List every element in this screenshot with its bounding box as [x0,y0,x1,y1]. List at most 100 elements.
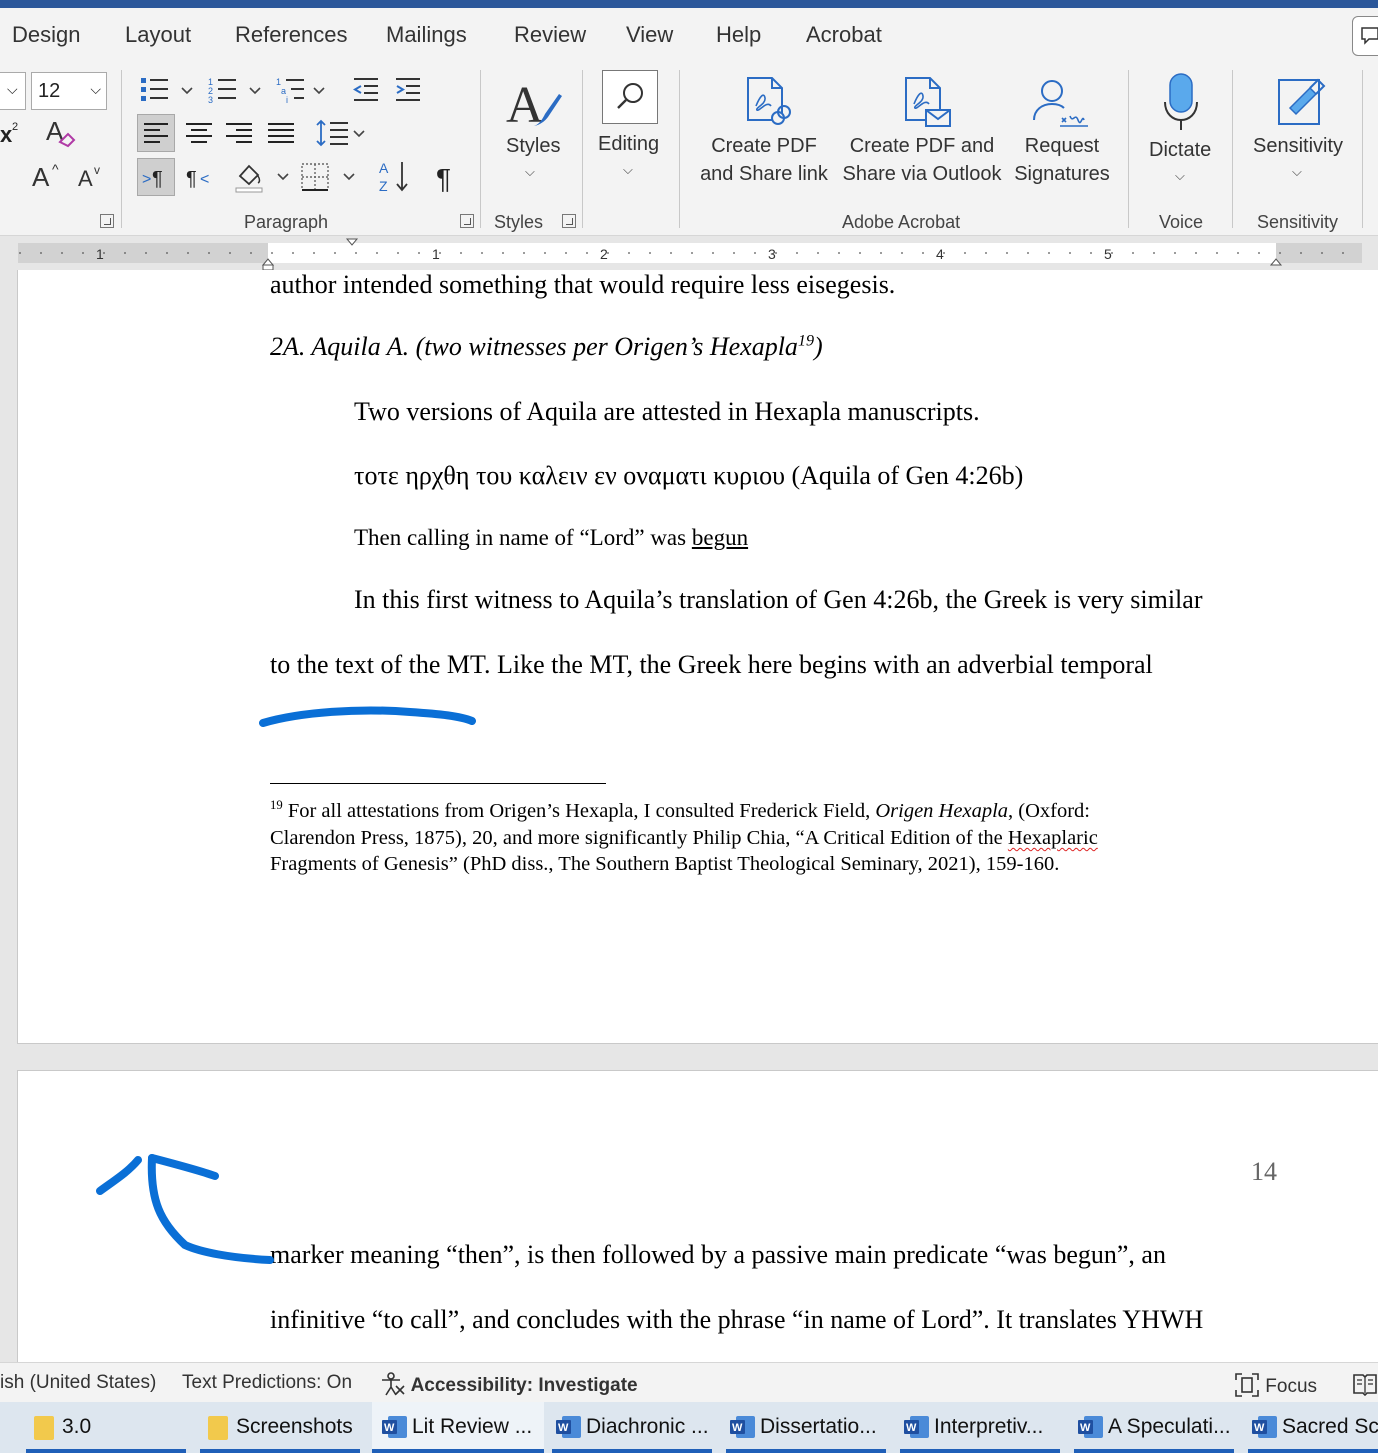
body-line: In this first witness to Aquila’s transl… [354,585,1203,614]
styles-group-label: Styles [494,212,544,232]
taskbar-item-screenshots[interactable]: Screenshots [200,1402,360,1453]
align-right-button[interactable] [222,115,256,151]
numbering-button[interactable]: 123 [208,76,264,104]
borders-icon [301,163,355,191]
pdf-mail-icon [905,77,951,127]
clear-formatting-button[interactable]: A [44,116,76,150]
svg-text:<: < [200,171,209,188]
align-left-button[interactable] [137,114,175,152]
justify-icon [268,123,294,143]
document-page[interactable]: 14 marker meaning “then”, is then follow… [17,1070,1378,1370]
svg-text:¶: ¶ [152,168,163,190]
taskbar-item-dissertation[interactable]: W Dissertatio... [726,1402,886,1453]
read-mode-button[interactable] [1352,1372,1378,1402]
focus-icon [1235,1373,1259,1397]
shrink-font-icon: Av [78,163,100,191]
bullets-button[interactable] [140,76,196,104]
footnote-separator [270,783,606,784]
tab-view[interactable]: View [626,22,673,48]
show-formatting-button[interactable]: ¶ [434,160,462,194]
adobe-group-label: Adobe Acrobat [842,212,961,232]
styles-icon: A [506,77,562,134]
font-name-dropdown[interactable]: ⌵ [0,72,26,110]
svg-text:W: W [558,1422,569,1434]
taskbar-item-sacred-scripture[interactable]: W Sacred Scr [1248,1402,1378,1453]
request-signatures-label: Request Signatures [1014,135,1110,185]
font-dialog-launcher[interactable] [100,214,114,228]
tab-help[interactable]: Help [716,22,761,48]
svg-text:v: v [94,163,100,177]
sensitivity-button[interactable] [1276,72,1330,128]
tab-layout[interactable]: Layout [125,22,191,48]
svg-text:¶: ¶ [436,163,451,194]
underlined-word: begun [691,525,749,550]
paragraph-dialog-launcher[interactable] [460,214,474,228]
shading-icon [235,164,289,193]
word-icon: W [730,1416,755,1438]
styles-dialog-launcher[interactable] [562,214,576,228]
search-icon [617,83,643,109]
language-status[interactable]: ish (United States) [0,1372,156,1394]
svg-text:W: W [1080,1422,1091,1434]
taskbar-item-lit-review[interactable]: W Lit Review ... [372,1402,544,1453]
taskbar-item-a-speculative[interactable]: W A Speculati... [1074,1402,1234,1453]
group-separator [1362,70,1363,228]
focus-button[interactable]: Focus [1234,1372,1317,1398]
align-right-icon [226,123,252,143]
styles-button[interactable]: A [504,72,564,134]
taskbar-item-diachronic[interactable]: W Diachronic ... [552,1402,712,1453]
document-page[interactable]: author intended something that would req… [17,270,1378,1044]
shrink-font-button[interactable]: Av [76,162,106,192]
word-icon: W [382,1416,407,1438]
bullets-icon [141,78,193,101]
grow-font-button[interactable]: A ^ [30,160,64,192]
tab-design[interactable]: Design [12,22,80,48]
font-size-dropdown[interactable]: 12 ⌵ [31,72,107,110]
ltr-icon: > ¶ [142,168,163,190]
decrease-indent-button[interactable] [352,76,380,104]
borders-button[interactable] [300,160,358,194]
editing-button[interactable] [602,70,658,124]
request-signatures-button[interactable] [1032,78,1092,128]
shading-button[interactable] [234,160,292,194]
chevron-down-icon: ⌵ [623,162,633,177]
running-indicator [1074,1449,1234,1453]
sort-button[interactable]: AZ [378,158,412,196]
multilevel-list-button[interactable]: 1ai [276,76,332,104]
ltr-button[interactable]: > ¶ [137,158,175,196]
tab-acrobat[interactable]: Acrobat [806,22,882,48]
read-mode-icon [1353,1374,1377,1397]
center-button[interactable] [182,115,216,151]
taskbar-item-folder-3-0[interactable]: 3.0 [26,1402,186,1453]
center-icon [186,123,212,143]
taskbar-item-interpretive[interactable]: W Interpretiv... [900,1402,1060,1453]
spelling-error-word[interactable]: Hexaplaric [1008,827,1098,849]
increase-indent-button[interactable] [394,76,422,104]
horizontal-ruler[interactable]: 1 1 2 3 4 5 [0,236,1378,270]
sort-icon: AZ [379,160,408,194]
footnote-line: 19 For all attestations from Origen’s He… [270,798,1090,822]
ruler-number: 4 [936,246,944,262]
translation-line: Then calling in name of “Lord” was begun [354,525,749,550]
dictate-button[interactable] [1162,72,1202,134]
tab-references[interactable]: References [235,22,348,48]
word-icon: W [1078,1416,1103,1438]
tab-mailings[interactable]: Mailings [386,22,467,48]
accessibility-status[interactable]: Accessibility: Investigate [380,1372,638,1397]
svg-text:^: ^ [52,161,59,177]
text-predictions-status[interactable]: Text Predictions: On [182,1372,352,1394]
rtl-button[interactable]: ¶ < [184,160,216,194]
group-separator [1232,70,1233,228]
footnote-line: Fragments of Genesis” (PhD diss., The So… [270,853,1060,875]
comments-button[interactable] [1352,16,1378,56]
create-pdf-share-link-button[interactable] [744,76,792,130]
svg-text:A: A [379,160,389,176]
tab-review[interactable]: Review [514,22,586,48]
footnote-reference[interactable]: 19 [798,332,814,349]
superscript-button[interactable]: x2 [0,118,26,148]
line-spacing-button[interactable] [316,118,368,148]
running-indicator [372,1449,544,1453]
create-pdf-outlook-button[interactable] [902,76,952,130]
running-indicator [726,1449,886,1453]
justify-button[interactable] [264,115,298,151]
